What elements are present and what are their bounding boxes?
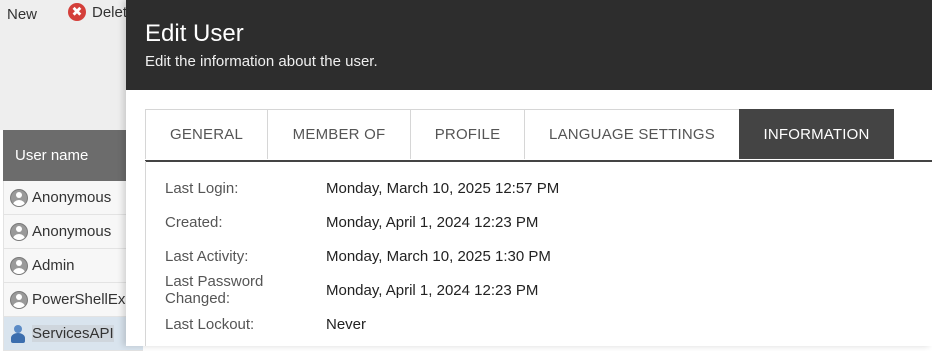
user-row[interactable]: Admin <box>3 249 143 283</box>
service-user-icon <box>10 324 26 344</box>
info-row-last-password-changed: Last Password Changed: Monday, April 1, … <box>146 273 932 307</box>
info-label: Created: <box>165 213 223 231</box>
delete-icon: ✖ <box>68 3 86 21</box>
delete-button-label: Delet <box>92 3 128 21</box>
dialog-header: Edit User Edit the information about the… <box>126 0 932 90</box>
user-avatar-icon <box>10 188 28 207</box>
column-header-user-name[interactable]: User name <box>3 130 143 181</box>
tab-member-of[interactable]: MEMBER OF <box>267 109 411 159</box>
user-row[interactable]: PowerShellEx <box>3 283 143 317</box>
user-name: Anonymous <box>32 223 112 240</box>
user-name: Anonymous <box>32 189 112 206</box>
tab-information[interactable]: INFORMATION <box>739 109 894 159</box>
info-value: Monday, April 1, 2024 12:23 PM <box>326 281 539 299</box>
user-name: ServicesAPI <box>32 325 114 342</box>
info-row-last-lockout: Last Lockout: Never <box>146 307 932 341</box>
info-row-last-activity: Last Activity: Monday, March 10, 2025 1:… <box>146 239 932 273</box>
user-name: Admin <box>32 257 75 274</box>
information-panel: Last Login: Monday, March 10, 2025 12:57… <box>145 161 932 346</box>
info-value: Never <box>326 315 367 333</box>
user-row[interactable]: Anonymous <box>3 215 143 249</box>
info-row-created: Created: Monday, April 1, 2024 12:23 PM <box>146 205 932 239</box>
info-label: Last Lockout: <box>165 315 255 333</box>
user-row[interactable]: Anonymous <box>3 181 143 215</box>
tab-general[interactable]: GENERAL <box>145 109 268 159</box>
info-label: Last Login: <box>165 179 239 197</box>
tab-profile[interactable]: PROFILE <box>410 109 525 159</box>
new-button[interactable]: New <box>7 6 37 23</box>
delete-button[interactable]: ✖ Delet <box>68 3 127 21</box>
tab-bar: GENERAL MEMBER OF PROFILE LANGUAGE SETTI… <box>145 109 932 162</box>
info-value: Monday, April 1, 2024 12:23 PM <box>326 213 539 231</box>
info-value: Monday, March 10, 2025 12:57 PM <box>326 179 560 197</box>
dialog-title: Edit User <box>145 20 244 47</box>
user-avatar-icon <box>10 222 28 241</box>
info-row-last-login: Last Login: Monday, March 10, 2025 12:57… <box>146 171 932 205</box>
info-value: Monday, March 10, 2025 1:30 PM <box>326 247 551 265</box>
user-name: PowerShellEx <box>32 291 126 308</box>
dialog-subtitle: Edit the information about the user. <box>145 53 378 70</box>
user-avatar-icon <box>10 290 28 309</box>
user-avatar-icon <box>10 256 28 275</box>
info-label: Last Password Changed: <box>165 273 264 307</box>
tab-language-settings[interactable]: LANGUAGE SETTINGS <box>524 109 740 159</box>
info-label: Last Activity: <box>165 247 249 265</box>
edit-user-dialog: Edit User Edit the information about the… <box>126 0 932 346</box>
user-list: Anonymous Anonymous Admin PowerShellEx S… <box>3 181 143 351</box>
